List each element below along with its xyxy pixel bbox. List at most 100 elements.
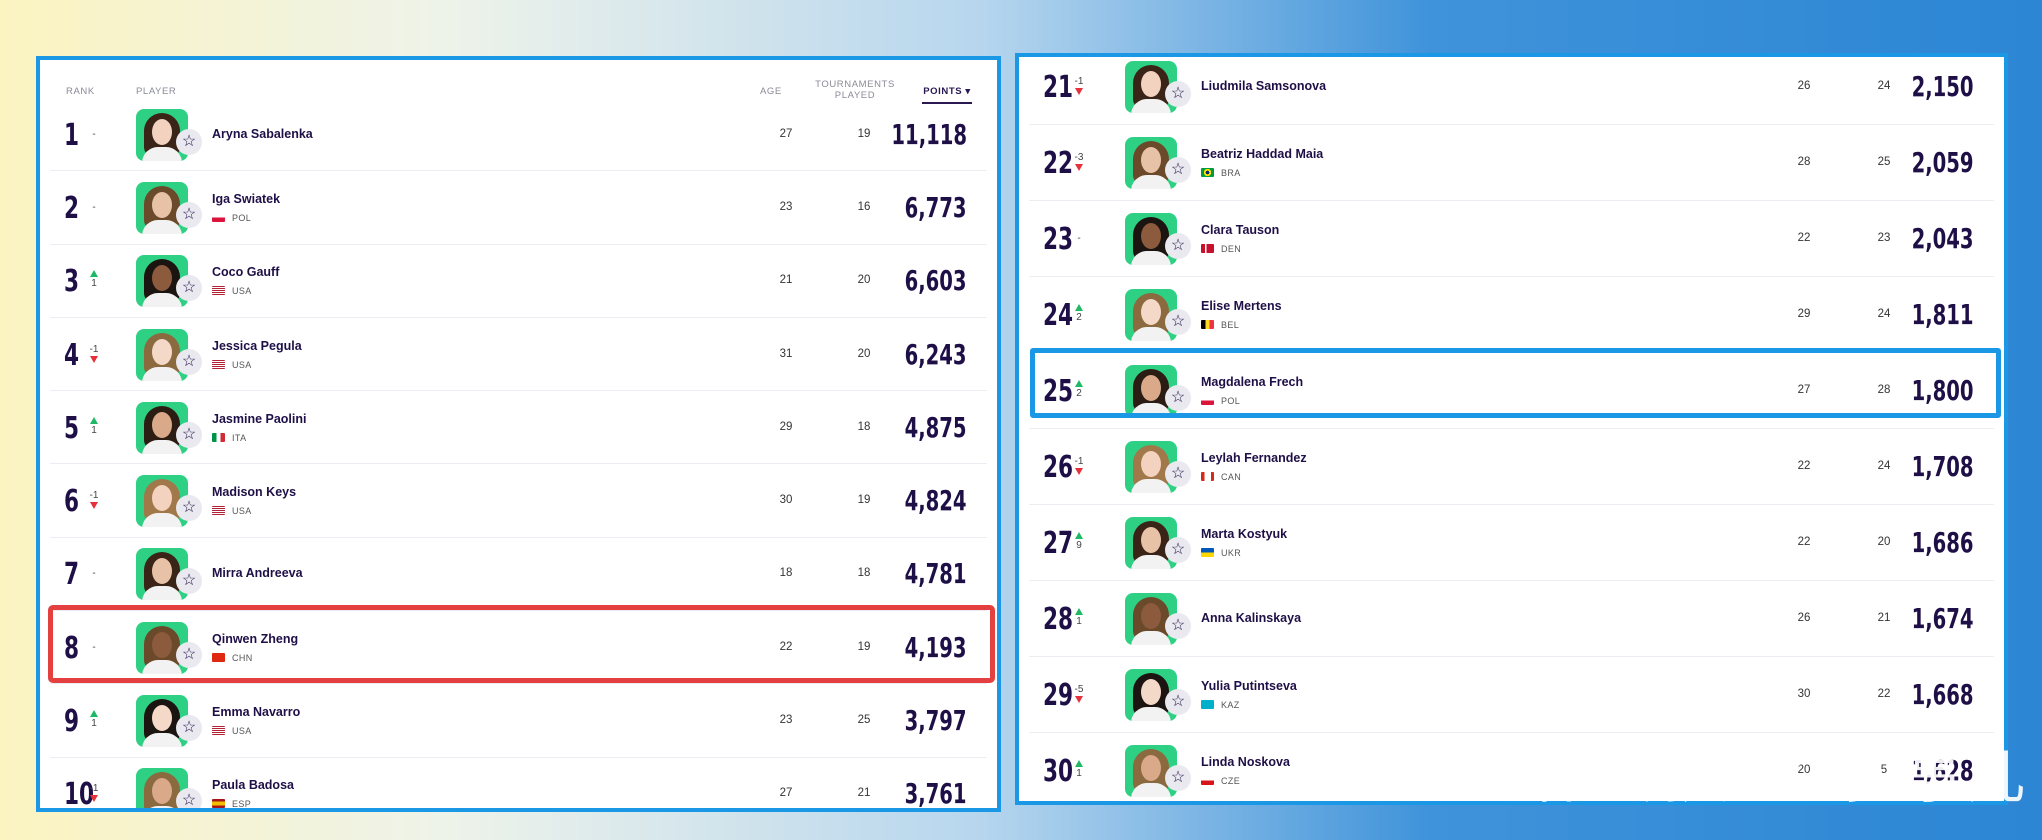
player-name[interactable]: Jasmine Paolini: [212, 412, 306, 426]
header-age[interactable]: AGE: [760, 86, 782, 97]
rank-change-value: -5: [1074, 684, 1084, 695]
favorite-star-icon[interactable]: ☆: [1165, 461, 1191, 487]
rank-change-value: 1: [91, 424, 97, 436]
tournaments-played: 22: [1877, 688, 1891, 700]
favorite-star-icon[interactable]: ☆: [1165, 157, 1191, 183]
player-points: 2,043: [1911, 222, 1974, 255]
table-row[interactable]: 24 2 ☆ Elise Mertens BEL 29 24 1,811: [1029, 277, 1994, 353]
favorite-star-icon[interactable]: ☆: [176, 275, 202, 302]
player-name[interactable]: Elise Mertens: [1201, 299, 1282, 313]
player-points: 1,811: [1911, 298, 1974, 331]
table-row[interactable]: 7- ☆ Mirra Andreeva 18 18 4,781: [50, 538, 987, 612]
table-row[interactable]: 26 -1 ☆ Leylah Fernandez CAN 22 24 1,708: [1029, 429, 1994, 505]
rank-change: 1: [84, 710, 104, 729]
player-name[interactable]: Coco Gauff: [212, 265, 279, 279]
favorite-star-icon[interactable]: ☆: [176, 495, 202, 522]
table-row[interactable]: 3 1 ☆ Coco Gauff USA 21 20 6,603: [50, 245, 987, 318]
country-flag-icon: [212, 726, 225, 736]
table-row[interactable]: 21 -1 ☆ Liudmila Samsonova 26 24 2,150: [1029, 57, 1994, 125]
tournaments-played: 24: [1877, 80, 1891, 92]
table-row[interactable]: 2- ☆ Iga Swiatek POL 23 16 6,773: [50, 171, 987, 245]
arrow-up-icon: [1075, 760, 1083, 767]
favorite-star-icon[interactable]: ☆: [1165, 765, 1191, 791]
favorite-star-icon[interactable]: ☆: [176, 421, 202, 448]
player-name[interactable]: Yulia Putintseva: [1201, 679, 1297, 693]
country-flag-icon: [1201, 320, 1214, 329]
rank-change-value: -: [1077, 233, 1081, 244]
player-name[interactable]: Madison Keys: [212, 485, 296, 499]
avatar-face: [1141, 755, 1161, 781]
player-points: 2,150: [1911, 70, 1974, 103]
watermark-text: 体坛就这么多事儿: [1533, 743, 2030, 811]
table-row[interactable]: 23- ☆ Clara Tauson DEN 22 23 2,043: [1029, 201, 1994, 277]
header-player[interactable]: PLAYER: [136, 86, 176, 97]
player-age: 22: [1797, 460, 1811, 472]
rank-number: 9: [64, 704, 80, 740]
table-row[interactable]: 29 -5 ☆ Yulia Putintseva KAZ 30 22 1,668: [1029, 657, 1994, 733]
table-row[interactable]: 6 -1 ☆ Madison Keys USA 30 19 4,824: [50, 465, 987, 538]
player-name[interactable]: Jessica Pegula: [212, 339, 302, 353]
highlight-box-magdalena-frech: [1030, 348, 2001, 418]
tournaments-played: 21: [857, 787, 871, 800]
player-name[interactable]: Liudmila Samsonova: [1201, 79, 1326, 93]
country-flag-icon: [1201, 776, 1214, 785]
country-code: CZE: [1221, 776, 1241, 786]
table-row[interactable]: 4 -1 ☆ Jessica Pegula USA 31 20 6,243: [50, 318, 987, 392]
table-row[interactable]: 27 9 ☆ Marta Kostyuk UKR 22 20 1,686: [1029, 505, 1994, 581]
favorite-star-icon[interactable]: ☆: [1165, 689, 1191, 715]
favorite-star-icon[interactable]: ☆: [176, 128, 202, 155]
favorite-star-icon[interactable]: ☆: [1165, 233, 1191, 259]
player-points: 6,603: [904, 264, 967, 298]
player-name[interactable]: Aryna Sabalenka: [212, 127, 313, 141]
player-points: 6,243: [904, 337, 967, 371]
player-name[interactable]: Anna Kalinskaya: [1201, 611, 1301, 625]
player-name[interactable]: Marta Kostyuk: [1201, 527, 1287, 541]
arrow-down-icon: [1075, 468, 1083, 475]
player-name[interactable]: Beatriz Haddad Maia: [1201, 147, 1323, 161]
favorite-star-icon[interactable]: ☆: [176, 788, 202, 808]
favorite-star-icon[interactable]: ☆: [176, 568, 202, 595]
tournaments-played: 20: [857, 274, 871, 287]
player-age: 28: [1797, 156, 1811, 168]
rank-change: -1: [84, 783, 104, 803]
arrow-up-icon: [1075, 532, 1083, 539]
favorite-star-icon[interactable]: ☆: [1165, 81, 1191, 107]
player-points: 11,118: [891, 117, 967, 151]
favorite-star-icon[interactable]: ☆: [176, 201, 202, 228]
favorite-star-icon[interactable]: ☆: [1165, 613, 1191, 639]
favorite-star-icon[interactable]: ☆: [1165, 537, 1191, 563]
country-flag-icon: [1201, 700, 1214, 709]
player-name[interactable]: Paula Badosa: [212, 778, 294, 792]
rank-change: 1: [1069, 608, 1089, 627]
player-name[interactable]: Leylah Fernandez: [1201, 451, 1307, 465]
favorite-star-icon[interactable]: ☆: [176, 348, 202, 375]
avatar-face: [1141, 71, 1161, 97]
player-name[interactable]: Clara Tauson: [1201, 223, 1279, 237]
table-row[interactable]: 1- ☆ Aryna Sabalenka 27 19 11,118: [50, 98, 987, 172]
table-row[interactable]: 10 -1 ☆ Paula Badosa ESP 27 21 3,761: [50, 758, 987, 811]
table-row[interactable]: 28 1 ☆ Anna Kalinskaya 26 21 1,674: [1029, 581, 1994, 657]
favorite-star-icon[interactable]: ☆: [176, 715, 202, 742]
table-row[interactable]: 9 1 ☆ Emma Navarro USA 23 25 3,797: [50, 684, 987, 758]
rank-change-value: -: [92, 128, 96, 140]
country-code: BRA: [1221, 168, 1241, 178]
avatar-face: [1141, 223, 1161, 249]
player-name[interactable]: Mirra Andreeva: [212, 566, 303, 580]
country-flag-icon: [212, 432, 225, 442]
player-points: 3,761: [904, 777, 967, 811]
table-row[interactable]: 22 -3 ☆ Beatriz Haddad Maia BRA 28 25 2,059: [1029, 125, 1994, 201]
rank-change: 2: [1069, 304, 1089, 323]
rank-change-value: 1: [1076, 616, 1082, 627]
favorite-star-icon[interactable]: ☆: [1165, 309, 1191, 335]
header-rank[interactable]: RANK: [66, 86, 95, 97]
rank-change-value: -1: [1074, 76, 1084, 87]
table-row[interactable]: 5 1 ☆ Jasmine Paolini ITA 29 18 4,875: [50, 391, 987, 465]
player-age: 22: [1797, 232, 1811, 244]
player-name[interactable]: Iga Swiatek: [212, 192, 280, 206]
rank-change-value: -1: [89, 783, 99, 795]
player-name[interactable]: Emma Navarro: [212, 705, 300, 719]
player-name[interactable]: Linda Noskova: [1201, 755, 1290, 769]
country-flag-icon: [212, 212, 225, 222]
rank-change-value: -1: [1074, 456, 1084, 467]
country-flag-icon: [1201, 168, 1214, 177]
